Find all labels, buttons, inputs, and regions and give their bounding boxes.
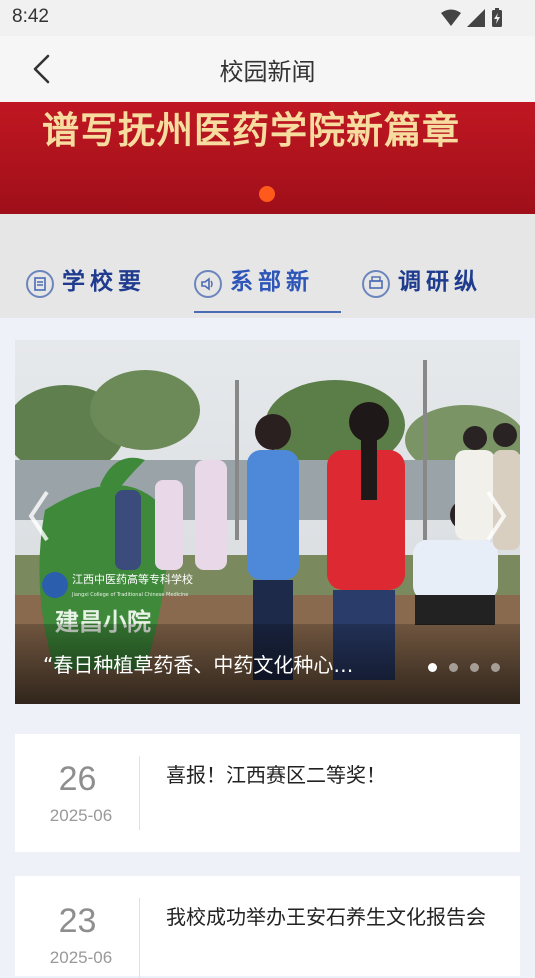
tab-label-research: 调研纵横: [398, 269, 482, 295]
app-header: 校园新闻: [0, 36, 535, 102]
category-tabs: 学校要闻 系部新闻 调研纵横: [0, 214, 535, 318]
carousel-dots: [428, 663, 500, 672]
carousel-dot-3[interactable]: [470, 663, 479, 672]
battery-icon: [492, 8, 502, 27]
active-tab-indicator: [194, 311, 341, 313]
tab-label-school-news: 学校要闻: [62, 269, 146, 295]
carousel-next-button[interactable]: [482, 488, 510, 544]
page-title: 校园新闻: [219, 58, 316, 86]
status-time: 8:42: [12, 6, 49, 27]
top-banner[interactable]: 谱写抚州医药学院新篇章: [0, 102, 535, 214]
news-item[interactable]: 26 2025-06 喜报！江西赛区二等奖！: [15, 734, 520, 852]
carousel-prev-button[interactable]: [25, 488, 53, 544]
news-title: 喜报！江西赛区二等奖！: [166, 763, 386, 787]
news-divider: [139, 756, 140, 830]
sign-subtitle: Jiangxi College of Traditional Chinese M…: [71, 592, 188, 598]
sign-title: 江西中医药高等专科学校: [72, 572, 193, 586]
banner-text: 谱写抚州医药学院新篇章: [42, 109, 460, 152]
news-day: 23: [58, 902, 97, 940]
carousel-dot-2[interactable]: [449, 663, 458, 672]
wifi-icon: [441, 9, 461, 26]
speaker-icon: [194, 270, 222, 298]
news-day: 26: [58, 760, 97, 798]
status-icons: [441, 8, 503, 28]
news-item[interactable]: 23 2025-06 我校成功举办王安石养生文化报告会: [15, 876, 520, 978]
tab-label-department-news: 系部新闻: [230, 269, 314, 295]
news-carousel[interactable]: 江西中医药高等专科学校 Jiangxi College of Tradition…: [15, 340, 520, 704]
status-bar: 8:42: [0, 0, 535, 36]
carousel-caption: “春日种植草药香、中药文化种心…: [43, 653, 354, 677]
news-title: 我校成功举办王安石养生文化报告会: [166, 905, 486, 929]
carousel-caption-bar: “春日种植草药香、中药文化种心…: [15, 624, 520, 704]
tab-research[interactable]: 调研纵横: [362, 266, 512, 316]
carousel-dot-4[interactable]: [491, 663, 500, 672]
document-icon: [26, 270, 54, 298]
news-divider: [139, 898, 140, 978]
tab-department-news[interactable]: 系部新闻: [194, 266, 340, 316]
banner-indicator: [259, 186, 275, 202]
carousel-dot-1[interactable]: [428, 663, 437, 672]
news-date: 2025-06: [49, 806, 113, 825]
tab-school-news[interactable]: 学校要闻: [26, 266, 166, 316]
signal-icon: [467, 9, 485, 27]
news-date: 2025-06: [49, 948, 113, 967]
printer-icon: [362, 270, 390, 298]
